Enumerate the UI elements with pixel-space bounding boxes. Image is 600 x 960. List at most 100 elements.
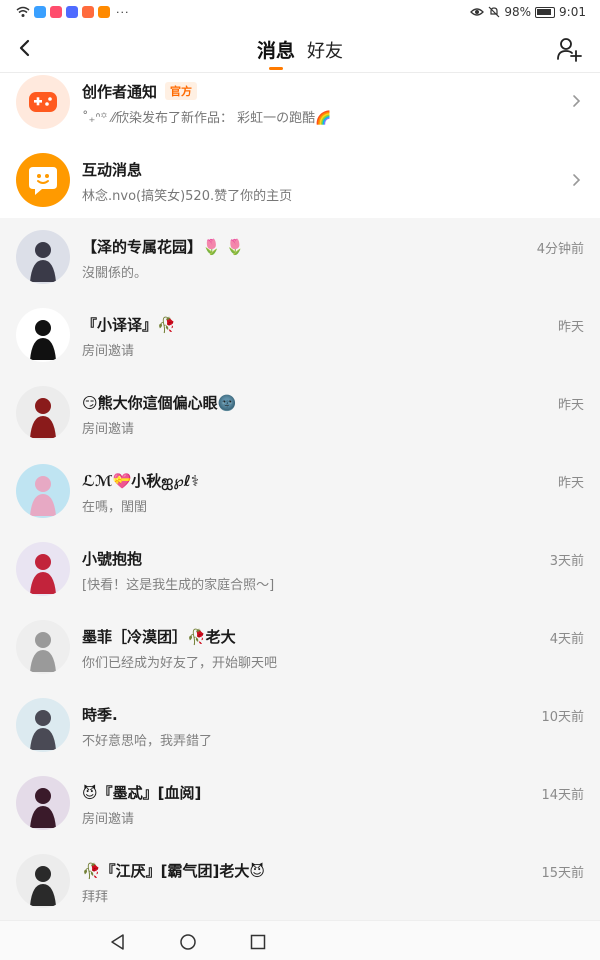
- avatar-figure-body: [30, 650, 56, 672]
- avatar-figure: [30, 866, 56, 906]
- conversation-row[interactable]: ℒℳ💝小秋ஐ℘ℓ⚕ 在嗎，閨閨 昨天: [0, 452, 600, 530]
- official-badge: 官方: [165, 82, 198, 100]
- conversation-row[interactable]: 【泽的专属花园】🌷 🌷 沒關係的。 4分钟前: [0, 218, 600, 296]
- interaction-messages-subtitle: 林念.nvo(搞笑女)520.赞了你的主页: [82, 189, 293, 204]
- conversation-name: 時季.: [82, 706, 118, 724]
- creator-notification-title: 创作者通知: [82, 83, 158, 101]
- avatar: [16, 542, 70, 596]
- wifi-icon: [16, 6, 30, 17]
- tab-messages[interactable]: 消息: [257, 24, 295, 72]
- status-bar: ··· 98% 9:01: [0, 0, 600, 24]
- tab-friends[interactable]: 好友: [307, 24, 343, 72]
- conversation-name: 【泽的专属花园】🌷 🌷: [82, 238, 245, 256]
- avatar: [16, 854, 70, 908]
- conversation-time: 昨天: [557, 476, 584, 491]
- conversation-row[interactable]: 小號抱抱 [快看！这是我生成的家庭合照～] 3天前: [0, 530, 600, 608]
- tab-bar: 消息 好友: [0, 24, 600, 72]
- avatar-figure-head: [35, 242, 51, 258]
- interaction-messages-avatar: [16, 153, 70, 207]
- avatar: [16, 308, 70, 362]
- interaction-messages-row[interactable]: 互动消息 林念.nvo(搞笑女)520.赞了你的主页: [0, 145, 600, 217]
- conversation-name: 😏熊大你這個偏心眼🌚: [82, 394, 237, 412]
- avatar: [16, 386, 70, 440]
- interaction-messages-title: 互动消息: [82, 161, 143, 179]
- avatar-figure: [30, 476, 56, 516]
- app-icon-3: [66, 6, 78, 18]
- avatar-figure-body: [30, 806, 56, 828]
- conversation-time: 14天前: [541, 788, 584, 803]
- conversation-row[interactable]: 墨菲［冷漠团］🥀老大 你们已经成为好友了，开始聊天吧 4天前: [0, 608, 600, 686]
- conversation-name: 🥀『江厌』[霸气团]老大😈: [82, 862, 266, 880]
- avatar-figure-body: [30, 494, 56, 516]
- nav-back-icon[interactable]: [109, 933, 127, 951]
- battery-percent: 98%: [504, 5, 532, 19]
- conversation-row[interactable]: 😏熊大你這個偏心眼🌚 房间邀请 昨天: [0, 374, 600, 452]
- avatar-figure: [30, 242, 56, 282]
- nav-home-icon[interactable]: [179, 933, 197, 951]
- avatar-figure: [30, 398, 56, 438]
- creator-notification-avatar: [16, 75, 70, 129]
- top-nav: 消息 好友: [0, 24, 600, 72]
- conversation-last-message: 房间邀请: [82, 422, 135, 437]
- conversation-last-message: 沒關係的。: [82, 266, 148, 281]
- conversation-last-message: 房间邀请: [82, 812, 135, 827]
- avatar: [16, 464, 70, 518]
- avatar: [16, 620, 70, 674]
- conversation-last-message: 不好意思哈，我弄錯了: [82, 734, 213, 749]
- conversation-row[interactable]: 時季. 不好意思哈，我弄錯了 10天前: [0, 686, 600, 764]
- avatar: [16, 230, 70, 284]
- conversation-time: 4分钟前: [536, 242, 584, 257]
- app-icon-5: [98, 6, 110, 18]
- creator-notification-title-wrap: 创作者通知 官方: [82, 81, 198, 102]
- conversation-last-message: [快看！这是我生成的家庭合照～]: [82, 578, 275, 593]
- conversation-row[interactable]: 🥀『江厌』[霸气团]老大😈 拜拜 15天前: [0, 842, 600, 920]
- avatar-figure-head: [35, 710, 51, 726]
- chevron-right-icon: [573, 95, 581, 107]
- system-navigation-bar: [0, 920, 600, 960]
- app-icon-1: [34, 6, 46, 18]
- conversation-time: 15天前: [541, 866, 584, 881]
- conversation-time: 10天前: [541, 710, 584, 725]
- conversation-time: 4天前: [549, 632, 584, 647]
- chevron-right-icon: [573, 174, 581, 186]
- conversation-name: ℒℳ💝小秋ஐ℘ℓ⚕: [82, 472, 199, 490]
- conversation-row[interactable]: 『小译译』🥀 房间邀请 昨天: [0, 296, 600, 374]
- avatar-figure-body: [30, 416, 56, 438]
- avatar-figure-body: [30, 884, 56, 906]
- avatar-figure: [30, 632, 56, 672]
- conversation-last-message: 你们已经成为好友了，开始聊天吧: [82, 656, 278, 671]
- tab-messages-label: 消息: [256, 40, 295, 62]
- active-tab-indicator: [268, 67, 283, 70]
- tab-friends-label: 好友: [307, 41, 343, 62]
- app-icon-4: [82, 6, 94, 18]
- avatar-figure: [30, 554, 56, 594]
- conversation-row[interactable]: 😈『墨忒』[血阅] 房间邀请 14天前: [0, 764, 600, 842]
- avatar-figure: [30, 788, 56, 828]
- conversation-last-message: 房间邀请: [82, 344, 135, 359]
- mute-bell-icon: [488, 6, 500, 18]
- avatar: [16, 698, 70, 752]
- avatar-figure-body: [30, 572, 56, 594]
- eye-icon: [470, 8, 485, 16]
- avatar-figure-head: [35, 398, 51, 414]
- add-friend-icon[interactable]: [556, 36, 582, 62]
- nav-recents-icon[interactable]: [249, 933, 267, 951]
- avatar-figure-body: [30, 338, 56, 360]
- status-right: 98% 9:01: [470, 5, 586, 19]
- conversation-name: 墨菲［冷漠团］🥀老大: [82, 628, 236, 646]
- conversation-name: 『小译译』🥀: [82, 316, 176, 334]
- avatar-figure-head: [35, 788, 51, 804]
- app-icon-2: [50, 6, 62, 18]
- conversation-time: 昨天: [557, 320, 584, 335]
- avatar-figure-head: [35, 866, 51, 882]
- status-left: ···: [16, 6, 130, 19]
- conversation-time: 3天前: [549, 554, 584, 569]
- back-icon[interactable]: [12, 34, 40, 62]
- clock-time: 9:01: [559, 5, 586, 19]
- creator-notification-row[interactable]: 创作者通知 官方 ˚₊ᐢ꙳ ⁄⁄欣染发布了新作品： 彩虹一の跑酷🌈: [0, 73, 600, 145]
- avatar-figure-head: [35, 632, 51, 648]
- gamepad-icon: [29, 92, 57, 112]
- avatar-figure-head: [35, 320, 51, 336]
- conversation-name: 😈『墨忒』[血阅]: [82, 784, 202, 802]
- creator-notification-subtitle: ˚₊ᐢ꙳ ⁄⁄欣染发布了新作品： 彩虹一の跑酷🌈: [82, 111, 332, 126]
